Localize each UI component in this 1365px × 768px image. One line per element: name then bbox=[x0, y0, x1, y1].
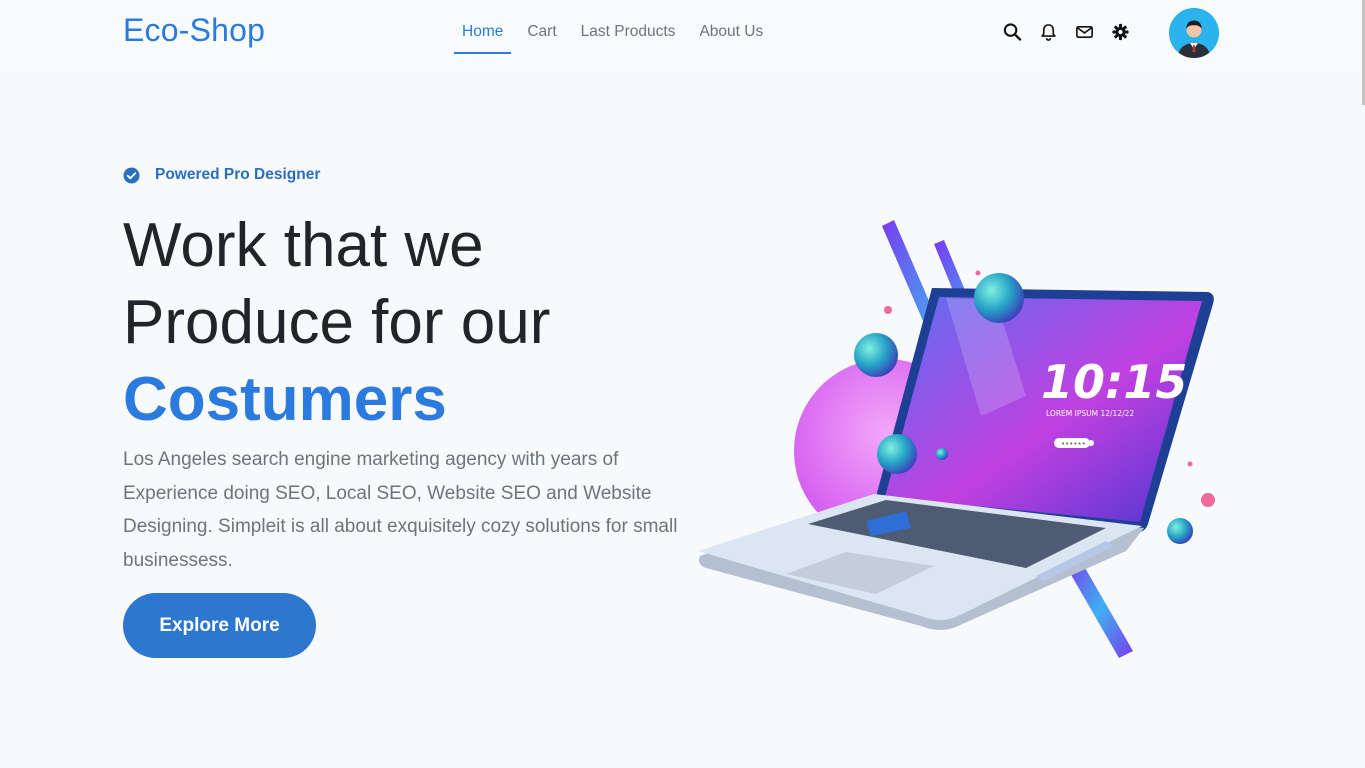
hero-badge-label: Powered Pro Designer bbox=[155, 166, 321, 183]
navbar: Eco-Shop Home Cart Last Products About U… bbox=[0, 0, 1365, 68]
hero-headline-line-1: Work that we bbox=[123, 211, 484, 280]
screen-password: •••••• bbox=[1061, 440, 1086, 448]
hero-description: Los Angeles search engine marketing agen… bbox=[123, 449, 678, 571]
header-icons bbox=[1003, 22, 1130, 42]
nav-cart[interactable]: Cart bbox=[519, 0, 564, 54]
hero-headline-accent: Costumers bbox=[123, 365, 447, 434]
explore-more-button[interactable]: Explore More bbox=[123, 593, 316, 658]
laptop-illustration: 10:15 LOREM IPSUM 12/12/22 •••••• bbox=[698, 220, 1215, 658]
nav-about-us[interactable]: About Us bbox=[691, 0, 771, 54]
check-circle-icon bbox=[123, 166, 140, 184]
nav-home[interactable]: Home bbox=[454, 0, 512, 54]
laptop-screen: 10:15 LOREM IPSUM 12/12/22 •••••• bbox=[874, 288, 1214, 533]
hero-badge: Powered Pro Designer bbox=[123, 166, 320, 184]
nav-last-products[interactable]: Last Products bbox=[573, 0, 684, 54]
user-avatar-icon bbox=[1169, 8, 1219, 58]
hero-headline: Work that we Produce for our Costumers bbox=[123, 207, 550, 438]
user-avatar[interactable] bbox=[1169, 8, 1219, 58]
gear-icon[interactable] bbox=[1111, 22, 1130, 42]
main-nav: Home Cart Last Products About Us bbox=[454, 0, 779, 54]
screen-time: 10:15 bbox=[1041, 355, 1187, 409]
envelope-icon[interactable] bbox=[1075, 22, 1094, 42]
hero-headline-line-2: Produce for our bbox=[123, 288, 551, 357]
bell-icon[interactable] bbox=[1039, 22, 1058, 42]
brand-logo[interactable]: Eco-Shop bbox=[123, 12, 265, 49]
screen-caption: LOREM IPSUM 12/12/22 bbox=[1046, 409, 1134, 418]
search-icon[interactable] bbox=[1003, 22, 1022, 42]
